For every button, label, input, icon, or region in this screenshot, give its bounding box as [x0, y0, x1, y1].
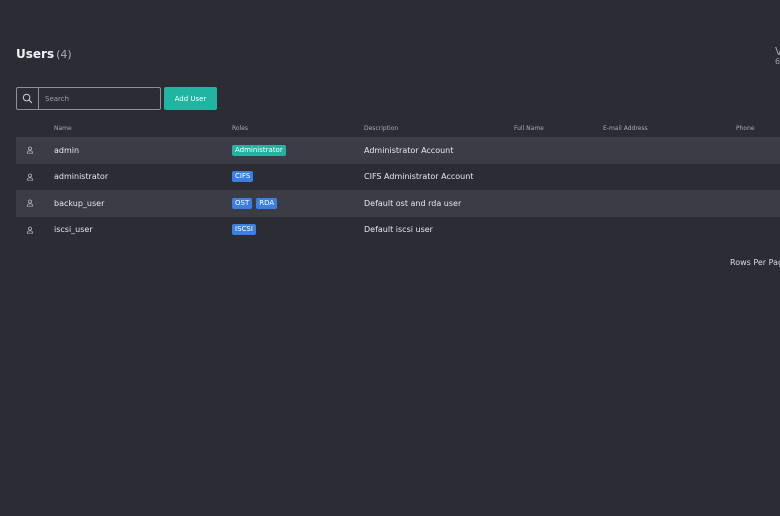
user-roles: Administrator [232, 137, 290, 164]
toolbar: Add User [16, 87, 217, 110]
user-roles: CIFS [232, 164, 257, 191]
user-description: Administrator Account [364, 145, 454, 155]
role-badge: OST [232, 197, 253, 209]
column-header-description[interactable]: Description [364, 125, 398, 132]
user-name: administrator [54, 172, 109, 182]
user-icon [26, 190, 34, 217]
user-name: admin [54, 145, 80, 155]
add-user-button[interactable]: Add User [164, 87, 217, 110]
role-badge: ISCSI [232, 224, 256, 236]
search-input[interactable] [39, 87, 160, 110]
rows-per-page-label: Rows Per Pag [730, 258, 780, 267]
role-badge: Administrator [232, 144, 286, 156]
table-header: Name Roles Description Full Name E-mail … [16, 121, 780, 137]
user-icon [26, 217, 34, 244]
table-row[interactable]: administrator CIFS CIFS Administrator Ac… [16, 164, 780, 191]
user-icon [26, 137, 34, 164]
column-header-phone[interactable]: Phone [736, 125, 755, 132]
role-badge: CIFS [232, 171, 254, 183]
user-icon [26, 164, 34, 191]
page-title: Users [16, 47, 55, 61]
column-header-name[interactable]: Name [54, 125, 72, 132]
table-row[interactable]: backup_user OST RDA Default ost and rda … [16, 190, 780, 217]
page-header: Users (4) [16, 47, 72, 61]
clipped-text-line-2: 6 [775, 57, 780, 66]
role-badge: RDA [256, 197, 278, 209]
clipped-header-text: V 6 [775, 45, 780, 67]
table-row[interactable]: admin Administrator Administrator Accoun… [16, 137, 780, 164]
user-count: (4) [56, 48, 72, 61]
user-description: CIFS Administrator Account [364, 172, 474, 182]
user-name: backup_user [54, 198, 105, 208]
column-header-email[interactable]: E-mail Address [603, 125, 648, 132]
user-roles: ISCSI [232, 217, 260, 244]
clipped-text-line-1: V [775, 45, 780, 58]
user-description: Default iscsi user [364, 225, 433, 235]
users-page: Users (4) V 6 Add User Name Roles Descri… [0, 0, 780, 516]
column-header-roles[interactable]: Roles [232, 125, 248, 132]
users-table: Name Roles Description Full Name E-mail … [16, 121, 780, 243]
search-box[interactable] [16, 87, 161, 110]
column-header-full-name[interactable]: Full Name [514, 125, 544, 132]
user-description: Default ost and rda user [364, 198, 462, 208]
table-row[interactable]: iscsi_user ISCSI Default iscsi user [16, 217, 780, 244]
user-roles: OST RDA [232, 190, 281, 217]
search-icon[interactable] [17, 88, 39, 109]
user-name: iscsi_user [54, 225, 93, 235]
